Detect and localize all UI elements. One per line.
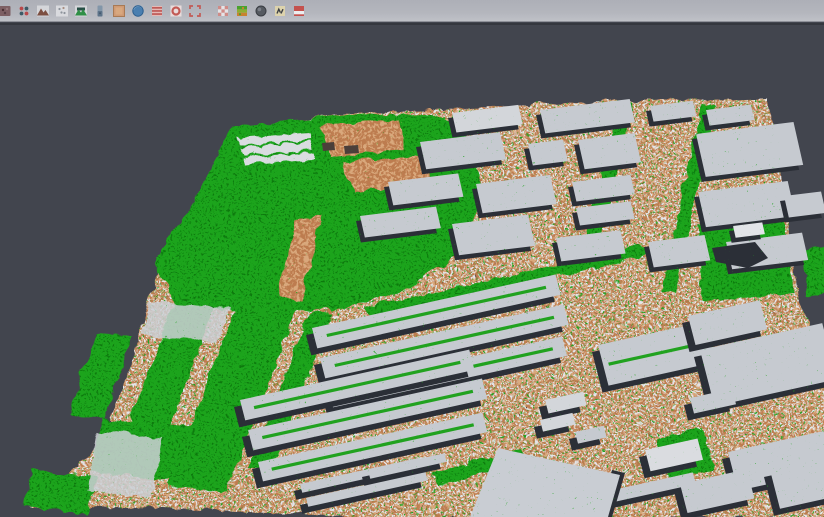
terrain-brown-icon xyxy=(36,4,50,18)
red-flag-button[interactable] xyxy=(289,1,308,21)
red-flag-icon xyxy=(292,4,306,18)
orthophoto-icon xyxy=(112,4,126,18)
profile-column-button[interactable] xyxy=(90,1,109,21)
profile-column-icon xyxy=(93,4,107,18)
vegetation-terrain-button[interactable] xyxy=(71,1,90,21)
terrain-brown-button[interactable] xyxy=(33,1,52,21)
point-cloud-scene xyxy=(0,25,824,517)
sparse-points-icon xyxy=(55,4,69,18)
checker-grid-button[interactable] xyxy=(213,1,232,21)
main-toolbar xyxy=(0,0,824,22)
vegetation-terrain-icon xyxy=(74,4,88,18)
class-scatter-button[interactable] xyxy=(14,1,33,21)
points-cluster-icon xyxy=(0,4,12,18)
clear-marks-icon xyxy=(273,4,287,18)
globe-icon xyxy=(131,4,145,18)
globe-button[interactable] xyxy=(128,1,147,21)
sparse-points-button[interactable] xyxy=(52,1,71,21)
orthophoto-button[interactable] xyxy=(109,1,128,21)
3d-viewport[interactable] xyxy=(0,25,824,517)
red-ring-button[interactable] xyxy=(166,1,185,21)
class-scatter-icon xyxy=(17,4,31,18)
points-cluster-button[interactable] xyxy=(0,1,14,21)
dark-sphere-icon xyxy=(254,4,268,18)
classification-palette-icon xyxy=(235,4,249,18)
crop-brackets-button[interactable] xyxy=(185,1,204,21)
red-layers-button[interactable] xyxy=(147,1,166,21)
red-layers-icon xyxy=(150,4,164,18)
building-roof xyxy=(784,191,824,217)
classification-palette-button[interactable] xyxy=(232,1,251,21)
red-ring-icon xyxy=(169,4,183,18)
checker-grid-icon xyxy=(216,4,230,18)
dark-sphere-button[interactable] xyxy=(251,1,270,21)
clear-marks-button[interactable] xyxy=(270,1,289,21)
crop-brackets-icon xyxy=(188,4,202,18)
